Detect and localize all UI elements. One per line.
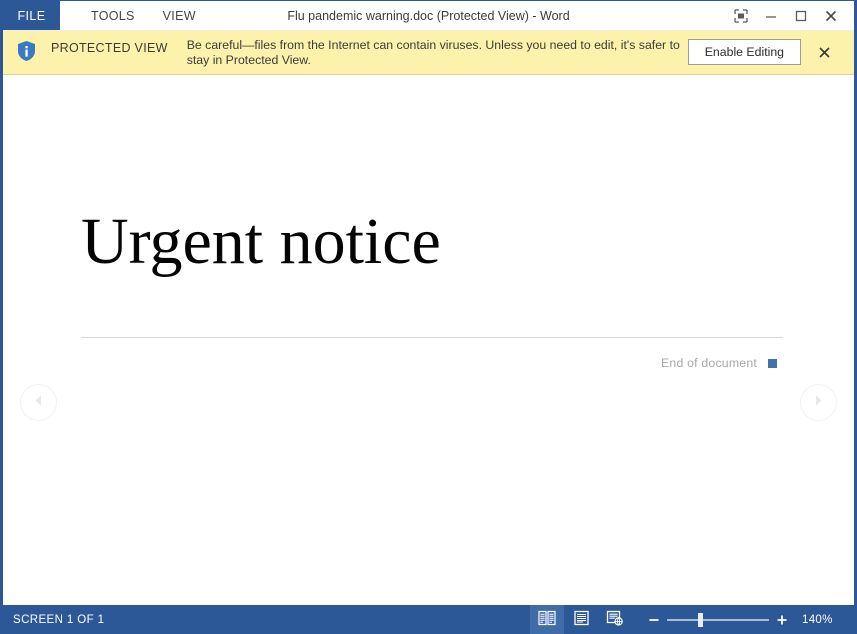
tab-view[interactable]: VIEW bbox=[149, 1, 210, 31]
file-tab[interactable]: FILE bbox=[3, 1, 60, 30]
maximize-icon[interactable] bbox=[786, 3, 816, 29]
status-bar-right: 140% bbox=[524, 605, 854, 634]
tab-tools[interactable]: TOOLS bbox=[77, 1, 149, 31]
next-screen-arrow-icon bbox=[811, 393, 826, 413]
screen-indicator[interactable]: SCREEN 1 OF 1 bbox=[3, 614, 104, 626]
word-window: FILE TOOLS VIEW Flu pandemic warning.doc… bbox=[0, 0, 857, 634]
zoom-level-label[interactable]: 140% bbox=[802, 614, 840, 626]
window-controls bbox=[726, 1, 854, 30]
protected-view-label: PROTECTED VIEW bbox=[51, 41, 168, 55]
zoom-in-button[interactable] bbox=[774, 610, 790, 630]
close-icon[interactable] bbox=[810, 41, 838, 63]
end-of-document-indicator: End of document bbox=[661, 356, 777, 370]
zoom-slider-thumb[interactable] bbox=[698, 612, 703, 627]
minimize-icon[interactable] bbox=[756, 3, 786, 29]
next-screen-button[interactable] bbox=[800, 384, 837, 421]
protected-view-message: Be careful—files from the Internet can c… bbox=[186, 38, 680, 67]
enable-editing-button[interactable]: Enable Editing bbox=[687, 39, 802, 65]
tab-view-label: VIEW bbox=[162, 8, 196, 23]
end-of-document-marker-icon bbox=[768, 358, 777, 368]
menu-tab-list: TOOLS VIEW bbox=[60, 1, 210, 30]
document-heading: Urgent notice bbox=[81, 205, 441, 278]
status-bar: SCREEN 1 OF 1 140% bbox=[3, 605, 854, 634]
web-layout-view-button[interactable] bbox=[598, 605, 632, 634]
print-layout-view-button[interactable] bbox=[564, 605, 598, 634]
ribbon-display-options-icon[interactable] bbox=[726, 3, 756, 29]
tab-tools-label: TOOLS bbox=[91, 8, 135, 23]
protected-view-bar: PROTECTED VIEW Be careful—files from the… bbox=[3, 31, 854, 75]
zoom-out-button[interactable] bbox=[646, 610, 662, 630]
print-layout-icon bbox=[573, 610, 590, 629]
previous-screen-arrow-icon bbox=[31, 393, 46, 413]
zoom-slider-track bbox=[667, 618, 769, 621]
read-mode-view-button[interactable] bbox=[530, 605, 564, 634]
close-icon[interactable] bbox=[816, 3, 846, 29]
web-layout-icon bbox=[606, 610, 624, 629]
protected-view-actions: Enable Editing bbox=[687, 37, 838, 65]
document-canvas[interactable]: Urgent notice End of document bbox=[3, 75, 854, 626]
end-of-document-label: End of document bbox=[661, 356, 757, 370]
previous-screen-button[interactable] bbox=[20, 384, 57, 421]
read-mode-icon bbox=[538, 610, 556, 629]
zoom-control: 140% bbox=[646, 610, 840, 630]
document-divider bbox=[81, 337, 783, 338]
title-bar: FILE TOOLS VIEW Flu pandemic warning.doc… bbox=[3, 1, 854, 31]
info-shield-icon bbox=[17, 37, 39, 67]
file-tab-label: FILE bbox=[17, 8, 46, 23]
zoom-slider[interactable] bbox=[667, 610, 769, 630]
